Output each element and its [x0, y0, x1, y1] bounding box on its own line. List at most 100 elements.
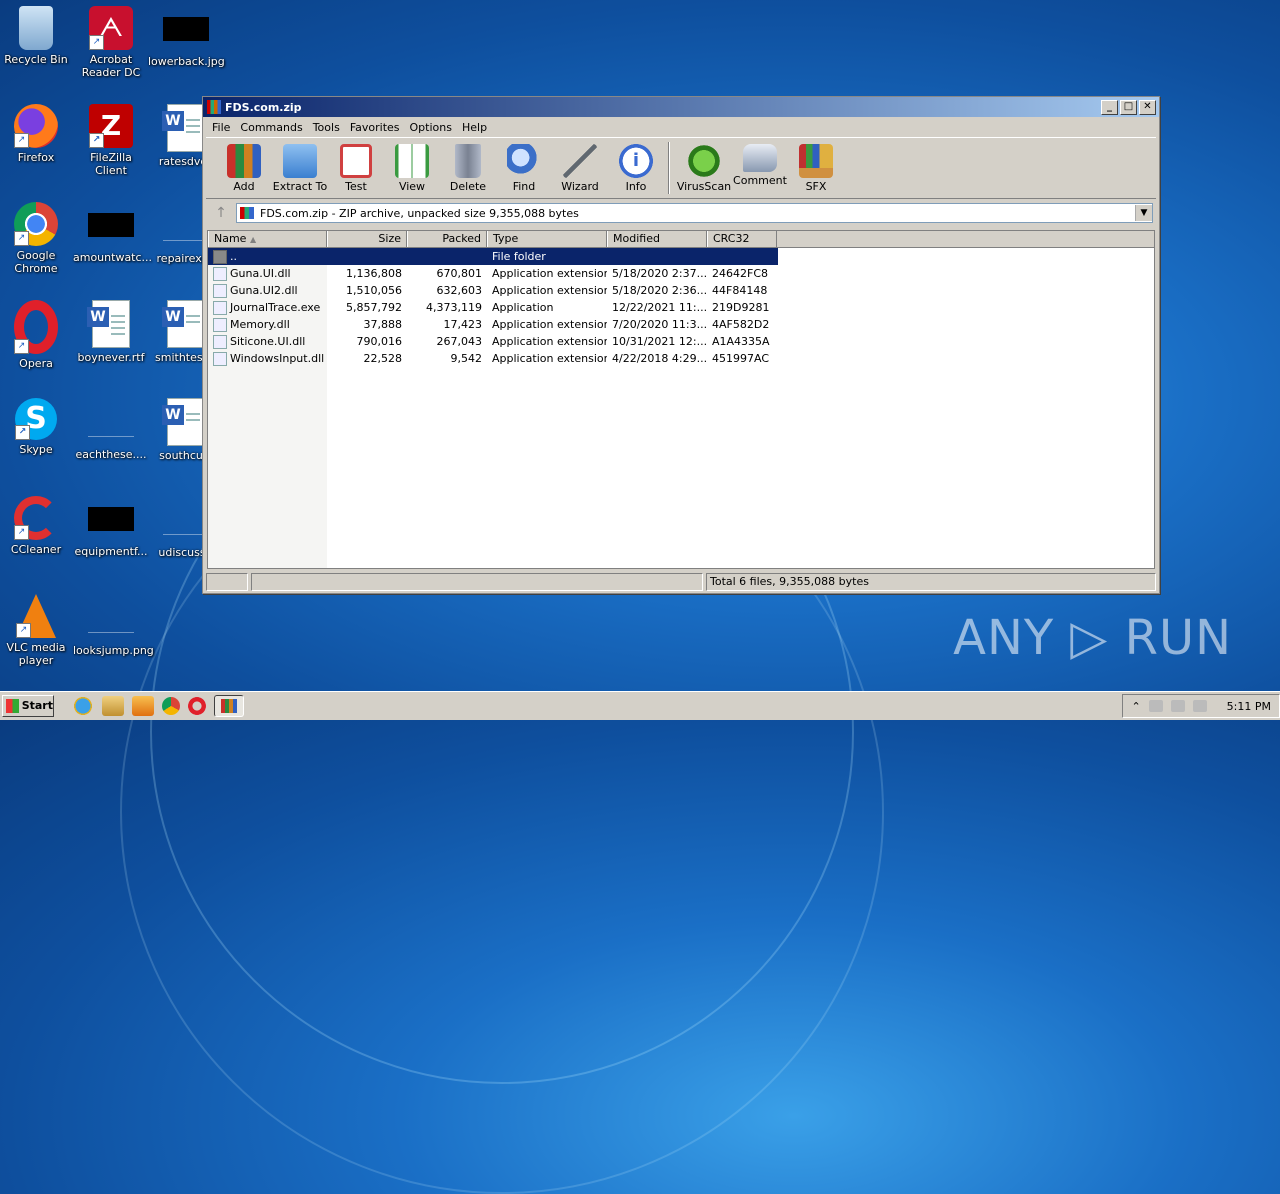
file-explorer-icon[interactable]	[102, 696, 124, 716]
desktop-icon-opera[interactable]: ↗ Opera	[0, 300, 74, 370]
desktop-icon-acrobat[interactable]: ᗅ ↗ Acrobat Reader DC	[73, 6, 149, 79]
trash-can-icon	[455, 144, 481, 178]
file-modified: 5/18/2020 2:36...	[612, 284, 707, 297]
column-header-crc32[interactable]: CRC32	[707, 231, 777, 247]
view-button[interactable]: View	[384, 138, 440, 193]
file-crc: 451997AC	[712, 352, 770, 365]
close-button[interactable]: ✕	[1139, 99, 1156, 115]
title-bar[interactable]: FDS.com.zip _ □ ✕	[203, 97, 1159, 117]
table-row[interactable]: JournalTrace.exe 5,857,792 4,373,119 App…	[208, 299, 1154, 316]
add-button[interactable]: Add	[216, 138, 272, 193]
file-type: Application extension	[492, 335, 607, 348]
magnifier-icon	[507, 144, 541, 178]
desktop-icon-label: Opera	[19, 357, 53, 370]
menu-file[interactable]: File	[207, 121, 235, 134]
file-type: Application	[492, 301, 554, 314]
desktop-icon-vlc[interactable]: ↗ VLC media player	[0, 594, 74, 667]
desktop-icon-filezilla[interactable]: Z ↗ FileZilla Client	[73, 104, 149, 177]
sfx-button-label: SFX	[805, 180, 827, 193]
table-row[interactable]: Guna.UI2.dll 1,510,056 632,603 Applicati…	[208, 282, 1154, 299]
table-row[interactable]: Memory.dll 37,888 17,423 Application ext…	[208, 316, 1154, 333]
column-header-modified[interactable]: Modified	[607, 231, 707, 247]
extract-to-button[interactable]: Extract To	[272, 138, 328, 193]
file-name: JournalTrace.exe	[230, 301, 321, 314]
sfx-box-icon	[799, 144, 833, 178]
network-icon[interactable]	[1170, 700, 1185, 712]
desktop-icon-ccleaner[interactable]: ↗ CCleaner	[0, 496, 74, 556]
drive-key-icon[interactable]	[206, 573, 248, 591]
tray-expand-icon[interactable]: ⌃	[1131, 700, 1140, 713]
test-button[interactable]: Test	[328, 138, 384, 193]
menu-favorites[interactable]: Favorites	[345, 121, 405, 134]
table-row[interactable]: WindowsInput.dll 22,528 9,542 Applicatio…	[208, 350, 1154, 367]
up-one-level-button[interactable]: ↑	[206, 205, 236, 221]
minimize-button[interactable]: _	[1101, 99, 1118, 115]
desktop-icon-boynever[interactable]: W boynever.rtf	[73, 300, 149, 364]
file-modified: 5/18/2020 2:37...	[612, 267, 707, 280]
opera-taskbar-icon[interactable]	[188, 697, 206, 715]
table-row[interactable]: Siticone.UI.dll 790,016 267,043 Applicat…	[208, 333, 1154, 350]
dll-file-icon	[213, 284, 227, 298]
file-packed: 670,801	[436, 267, 483, 280]
delete-button[interactable]: Delete	[440, 138, 496, 193]
menu-options[interactable]: Options	[405, 121, 457, 134]
desktop-icon-equipmentf[interactable]: equipmentf...	[73, 496, 149, 558]
file-size: 790,016	[356, 335, 403, 348]
action-center-flag-icon[interactable]	[1192, 700, 1207, 712]
desktop-icon-recycle-bin[interactable]: Recycle Bin	[0, 6, 74, 66]
sfx-button[interactable]: SFX	[788, 138, 844, 193]
desktop-icon-firefox[interactable]: ↗ Firefox	[0, 104, 74, 164]
shortcut-arrow-icon: ↗	[16, 623, 31, 638]
desktop-icon-label: VLC media player	[6, 641, 66, 667]
view-button-label: View	[398, 180, 426, 193]
file-crc: 4AF582D2	[712, 318, 770, 331]
maximize-button[interactable]: □	[1120, 99, 1137, 115]
comment-button-label: Comment	[733, 174, 787, 187]
media-player-icon[interactable]	[132, 696, 154, 716]
acrobat-icon: ᗅ ↗	[89, 6, 133, 50]
menu-commands[interactable]: Commands	[235, 121, 307, 134]
desktop-icon-label: lowerback.jpg	[148, 55, 225, 68]
desktop-icon-chrome[interactable]: ↗ Google Chrome	[0, 202, 74, 275]
wizard-button[interactable]: Wizard	[552, 138, 608, 193]
clock[interactable]: 5:11 PM	[1227, 700, 1271, 713]
desktop-icon-lowerback[interactable]: lowerback.jpg	[148, 6, 225, 68]
file-packed: 17,423	[443, 318, 483, 331]
start-button[interactable]: Start	[2, 695, 54, 717]
test-button-label: Test	[345, 180, 367, 193]
desktop-icon-label: Skype	[19, 443, 53, 456]
file-size: 22,528	[363, 352, 403, 365]
desktop-icon-label: eachthese....	[75, 448, 147, 461]
menu-tools[interactable]: Tools	[308, 121, 345, 134]
redacted-thumbnail	[163, 17, 209, 41]
address-field[interactable]: FDS.com.zip - ZIP archive, unpacked size…	[236, 203, 1153, 223]
column-header-name[interactable]: Name ▲	[208, 231, 327, 247]
chrome-icon: ↗	[14, 202, 58, 246]
volume-icon[interactable]	[1148, 700, 1163, 712]
info-button[interactable]: i Info	[608, 138, 664, 193]
shortcut-arrow-icon: ↗	[89, 35, 104, 50]
dll-file-icon	[213, 352, 227, 366]
internet-explorer-icon[interactable]	[72, 696, 94, 716]
virusscan-button[interactable]: VirusScan	[676, 138, 732, 193]
desktop-icon-amountwatc[interactable]: amountwatc...	[73, 202, 152, 264]
comment-button[interactable]: Comment	[732, 138, 788, 187]
desktop-icon-looksjump[interactable]: looksjump.png	[73, 594, 154, 657]
winrar-taskbar-button[interactable]	[214, 695, 244, 717]
menu-bar: File Commands Tools Favorites Options He…	[203, 117, 1159, 137]
file-icon	[88, 602, 134, 633]
find-button[interactable]: Find	[496, 138, 552, 193]
table-row[interactable]: Guna.UI.dll 1,136,808 670,801 Applicatio…	[208, 265, 1154, 282]
shortcut-arrow-icon: ↗	[14, 133, 29, 148]
desktop-icon-skype[interactable]: S ↗ Skype	[0, 398, 74, 456]
column-header-type[interactable]: Type	[487, 231, 607, 247]
folder-icon	[213, 250, 227, 264]
table-row-parent-folder[interactable]: .. File folder	[208, 248, 778, 265]
column-header-packed[interactable]: Packed	[407, 231, 487, 247]
menu-help[interactable]: Help	[457, 121, 492, 134]
column-header-size[interactable]: Size	[327, 231, 407, 247]
desktop-icon-label: CCleaner	[10, 543, 62, 556]
chrome-taskbar-icon[interactable]	[162, 697, 180, 715]
desktop-icon-eachthese[interactable]: eachthese....	[73, 398, 149, 461]
chevron-down-icon[interactable]: ▼	[1135, 205, 1152, 221]
